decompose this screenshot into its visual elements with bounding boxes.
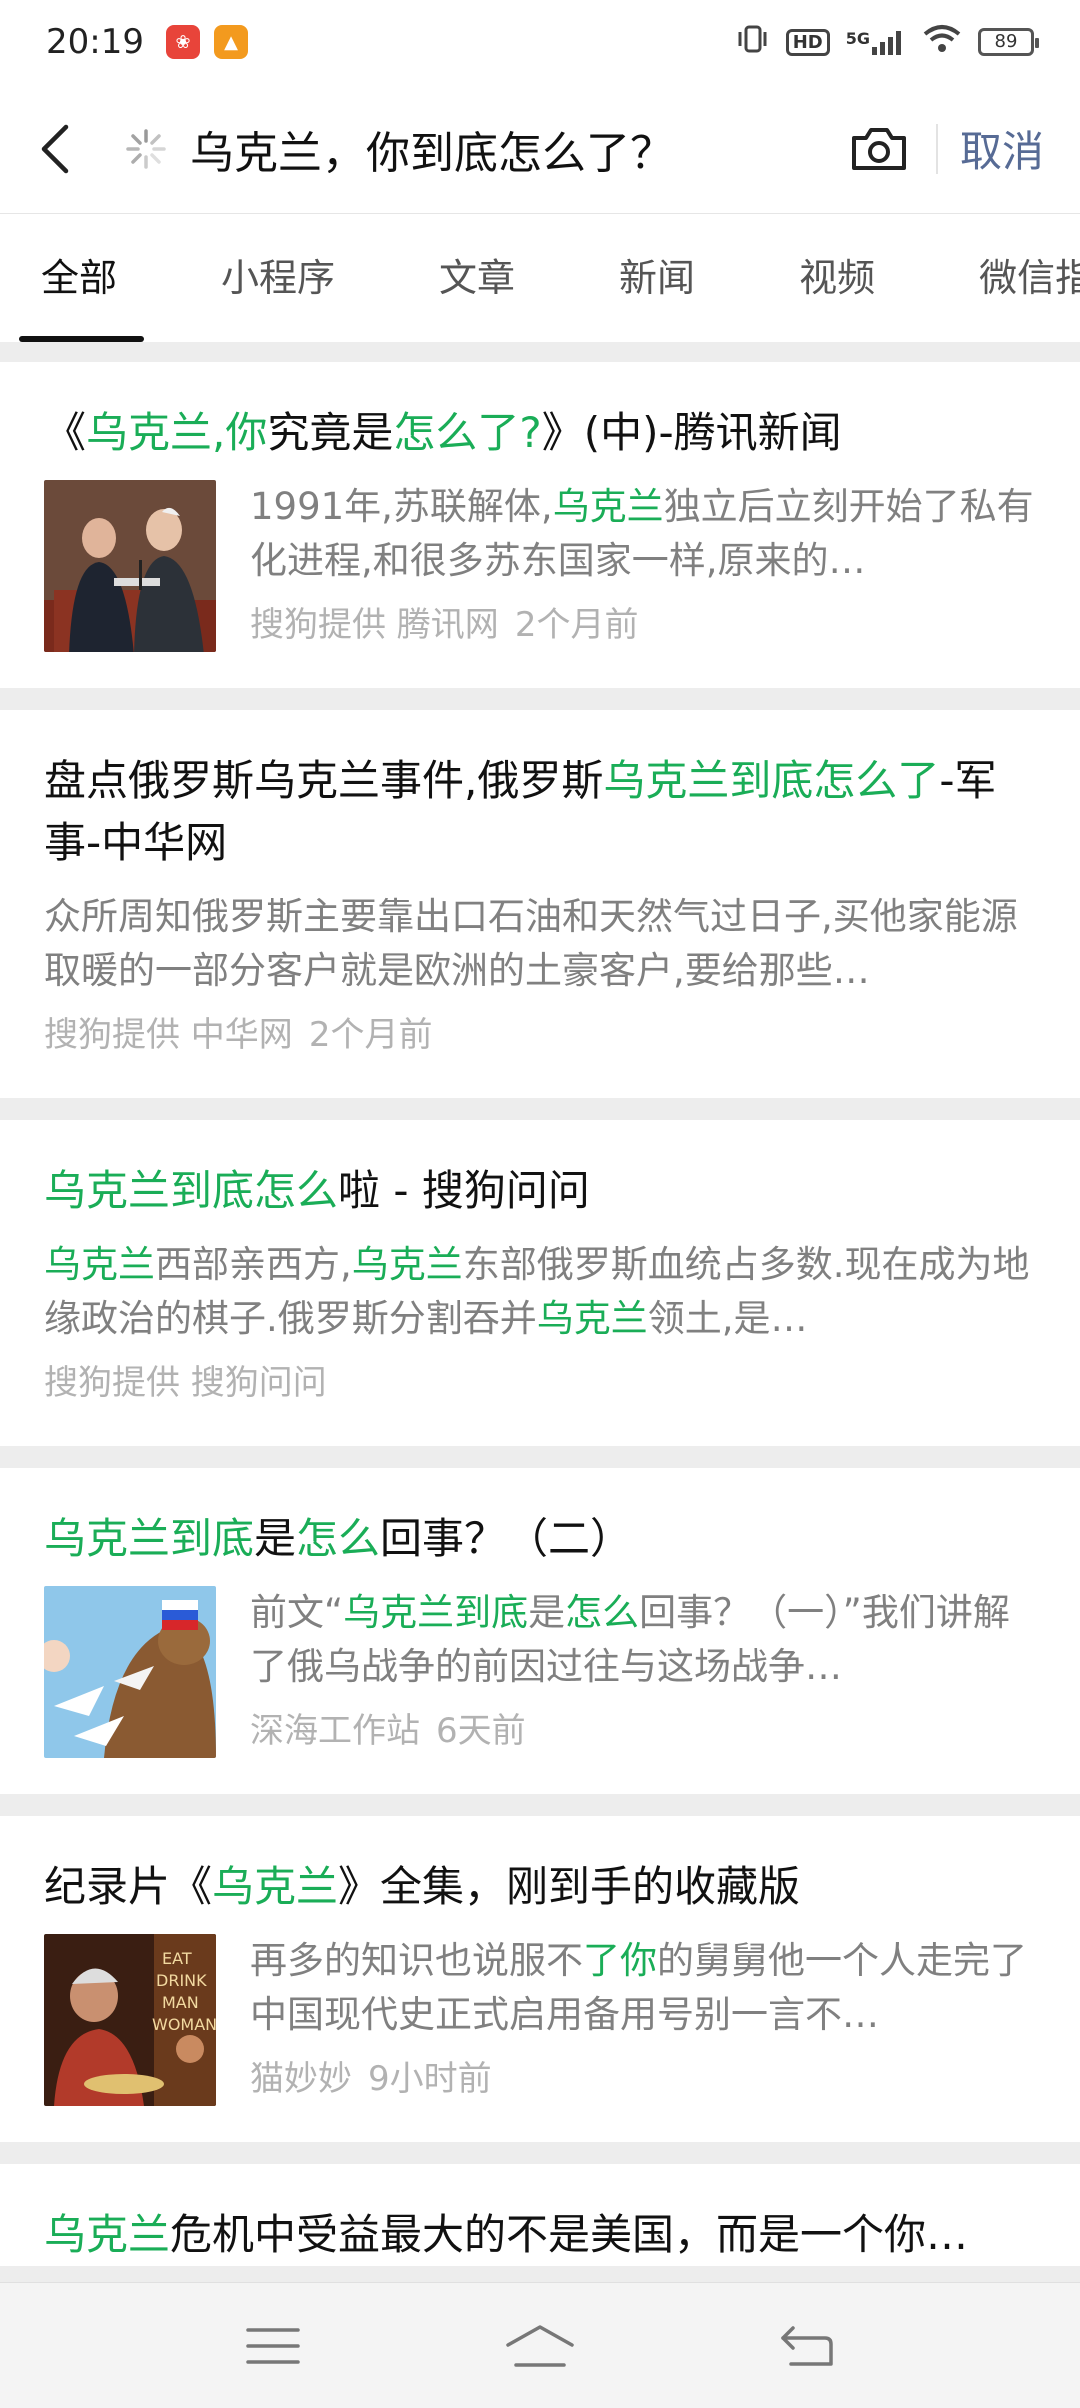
result-thumbnail: [44, 1586, 216, 1758]
result-card[interactable]: 盘点俄罗斯乌克兰事件,俄罗斯乌克兰到底怎么了-军事-中华网 众所周知俄罗斯主要靠…: [0, 710, 1080, 1098]
hd-badge: HD: [785, 28, 830, 56]
tab-news[interactable]: 新闻: [619, 214, 695, 342]
svg-text:EAT: EAT: [162, 1949, 192, 1968]
result-thumbnail: EAT DRINK MAN WOMAN: [44, 1934, 216, 2106]
result-snippet: 乌克兰西部亲西方,乌克兰东部俄罗斯血统占多数.现在成为地缘政治的棋子.俄罗斯分割…: [44, 1243, 1030, 1340]
loading-spinner-icon: [126, 128, 166, 169]
result-meta: 猫妙妙 9小时前: [250, 2059, 492, 2099]
result-thumbnail: [44, 480, 216, 652]
back-nav-button[interactable]: [747, 2283, 867, 2408]
network-type: 5G: [845, 29, 870, 48]
result-snippet: 众所周知俄罗斯主要靠出口石油和天然气过日子,买他家能源取暖的一部分客户就是欧洲的…: [44, 895, 1018, 992]
result-title[interactable]: 纪录片《乌克兰》全集，刚到手的收藏版: [44, 1856, 1036, 1918]
result-meta: 搜狗提供 搜狗问问: [44, 1363, 327, 1403]
status-bar: 20:19 ❀ ▲ HD 5G 89: [0, 0, 1080, 84]
svg-text:DRINK: DRINK: [156, 1971, 207, 1990]
filter-tabs: 全部 小程序 文章 新闻 视频 微信指: [0, 214, 1080, 342]
result-card[interactable]: 《乌克兰,你究竟是怎么了?》(中)-腾讯新闻 1991年,苏联解体,乌克兰独立后…: [0, 362, 1080, 688]
active-tab-indicator: [19, 336, 144, 342]
search-results: 《乌克兰,你究竟是怎么了?》(中)-腾讯新闻 1991年,苏联解体,乌克兰独立后…: [0, 362, 1080, 2288]
camera-button[interactable]: [834, 104, 924, 194]
cancel-button[interactable]: 取消: [960, 118, 1044, 179]
signal-icon: 5G: [846, 29, 906, 55]
home-icon: [506, 2324, 574, 2367]
result-snippet: 再多的知识也说服不了你的舅舅他一个人走完了中国现代史正式启用备用号别一言不…: [250, 1939, 1027, 2036]
svg-text:WOMAN: WOMAN: [152, 2015, 216, 2034]
result-title[interactable]: 乌克兰危机中受益最大的不是美国，而是一个你…: [44, 2204, 1036, 2266]
tab-videos[interactable]: 视频: [799, 214, 875, 342]
menu-icon: [246, 2327, 301, 2364]
search-input[interactable]: 乌克兰，你到底怎么了？: [190, 117, 674, 181]
status-app-icons: ❀ ▲: [165, 25, 248, 59]
result-card[interactable]: 纪录片《乌克兰》全集，刚到手的收藏版 EAT DRINK MAN WOMAN 再…: [0, 1816, 1080, 2142]
status-time: 20:19: [46, 22, 144, 62]
return-icon: [780, 2325, 833, 2366]
result-title[interactable]: 乌克兰到底是怎么回事？（二）: [44, 1508, 1036, 1570]
result-snippet: 1991年,苏联解体,乌克兰独立后立刻开始了私有化进程,和很多苏东国家一样,原来…: [250, 485, 1034, 582]
svg-text:MAN: MAN: [162, 1993, 199, 2012]
tab-mini-programs[interactable]: 小程序: [221, 214, 335, 342]
game-notification-icon: ▲: [213, 25, 248, 59]
app-notification-icon: ❀: [165, 25, 200, 59]
wifi-icon: [922, 24, 962, 60]
menu-button[interactable]: [213, 2283, 333, 2408]
result-meta: 深海工作站 6天前: [250, 1711, 526, 1751]
status-indicators: HD 5G 89: [736, 24, 1039, 60]
chevron-left-icon: [41, 124, 69, 173]
result-title[interactable]: 《乌克兰,你究竟是怎么了?》(中)-腾讯新闻: [44, 402, 1036, 464]
tab-wechat-index[interactable]: 微信指: [979, 214, 1080, 342]
camera-icon: [851, 127, 906, 170]
system-nav-bar: [0, 2282, 1080, 2408]
result-card[interactable]: 乌克兰到底怎么啦 - 搜狗问问 乌克兰西部亲西方,乌克兰东部俄罗斯血统占多数.现…: [0, 1120, 1080, 1446]
home-button[interactable]: [480, 2283, 600, 2408]
search-header: 乌克兰，你到底怎么了？ 取消: [0, 84, 1080, 214]
back-button[interactable]: [0, 84, 110, 214]
result-meta: 搜狗提供 腾讯网 2个月前: [250, 605, 639, 645]
header-divider: [935, 123, 938, 174]
tab-articles[interactable]: 文章: [439, 214, 515, 342]
tab-all[interactable]: 全部: [41, 214, 117, 342]
result-card[interactable]: 乌克兰到底是怎么回事？（二） 前文“乌克兰到底是怎么回事？（一）”我们讲解了俄乌…: [0, 1468, 1080, 1794]
result-title[interactable]: 盘点俄罗斯乌克兰事件,俄罗斯乌克兰到底怎么了-军事-中华网: [44, 750, 1036, 874]
result-snippet: 前文“乌克兰到底是怎么回事？（一）”我们讲解了俄乌战争的前因过往与这场战争…: [250, 1591, 1010, 1688]
result-card[interactable]: 乌克兰危机中受益最大的不是美国，而是一个你…: [0, 2164, 1080, 2266]
result-meta: 搜狗提供 中华网 2个月前: [44, 1015, 433, 1055]
result-title[interactable]: 乌克兰到底怎么啦 - 搜狗问问: [44, 1160, 1036, 1222]
vibrate-icon: [736, 24, 770, 60]
battery-icon: 89: [978, 28, 1039, 56]
